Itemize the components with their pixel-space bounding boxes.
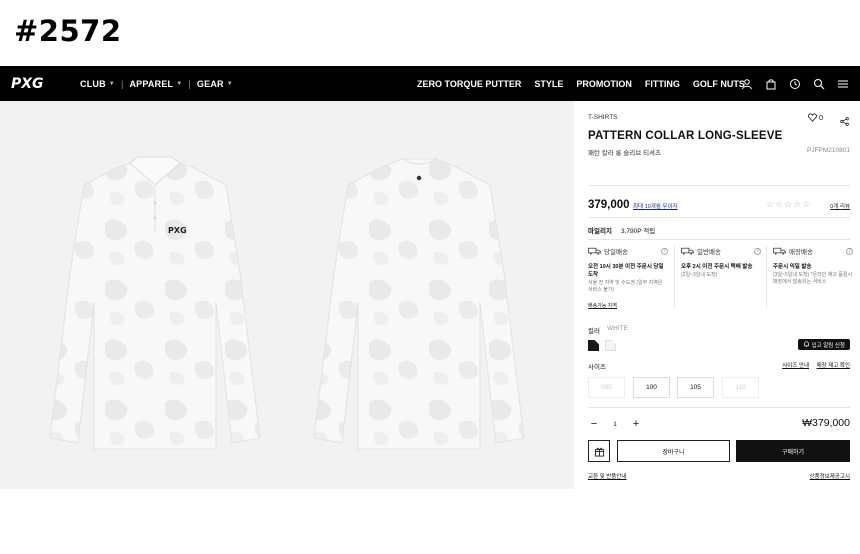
product-price: 379,000 bbox=[588, 199, 630, 211]
menu-icon[interactable] bbox=[836, 77, 850, 91]
ship-title: 주문시 익일 발송 bbox=[773, 264, 812, 270]
product-category[interactable]: T-SHIRTS bbox=[588, 114, 618, 121]
gift-icon bbox=[594, 447, 604, 456]
truck-icon bbox=[588, 247, 601, 255]
gift-button[interactable] bbox=[588, 440, 610, 462]
shipping-option-same-day: 당일배송 ? 오전 10시 30분 이전 주문시 당일도착 서울 전 지역 및 … bbox=[588, 246, 668, 312]
buy-now-button[interactable]: 구매하기 bbox=[736, 440, 850, 462]
exchange-return-link[interactable]: 교환 및 반품안내 bbox=[588, 472, 626, 480]
nav-club[interactable]: CLUB ▼ bbox=[80, 79, 115, 89]
product-info-notice-link[interactable]: 상품정보제공고시 bbox=[810, 472, 850, 480]
size-option-105[interactable]: 105 bbox=[677, 377, 714, 398]
nav-promotion[interactable]: PROMOTION bbox=[576, 79, 632, 89]
product-gallery: PXG bbox=[0, 101, 574, 489]
chevron-down-icon: ▼ bbox=[176, 80, 183, 87]
page-tag: #2572 bbox=[14, 14, 122, 48]
divider bbox=[588, 217, 850, 218]
product-image-front[interactable]: PXG bbox=[40, 153, 270, 453]
ship-title: 오전 10시 30분 이전 주문시 당일도착 bbox=[588, 264, 664, 278]
nav-gear[interactable]: GEAR ▼ bbox=[197, 79, 233, 89]
help-icon[interactable]: ? bbox=[661, 247, 668, 255]
quantity-increase-button[interactable]: + bbox=[630, 418, 642, 430]
divider bbox=[588, 239, 850, 240]
chevron-down-icon: ▼ bbox=[108, 80, 115, 87]
size-option-100[interactable]: 100 bbox=[633, 377, 670, 398]
store-stock-link[interactable]: 매장 재고 확인 bbox=[817, 363, 850, 369]
quantity-value[interactable]: 1 bbox=[600, 421, 630, 428]
bag-icon[interactable] bbox=[764, 77, 778, 91]
delivery-area-link[interactable]: 배송가능 지역 bbox=[588, 302, 617, 309]
product-image-back[interactable] bbox=[304, 153, 534, 453]
nav-style[interactable]: STYLE bbox=[534, 79, 563, 89]
truck-icon bbox=[681, 247, 694, 255]
store-truck-icon bbox=[773, 247, 786, 255]
rating-stars: ☆☆☆☆☆ bbox=[766, 199, 812, 209]
bell-icon bbox=[803, 341, 809, 348]
search-icon[interactable] bbox=[812, 77, 826, 91]
divider bbox=[588, 407, 850, 408]
user-icon[interactable] bbox=[740, 77, 754, 91]
product-sku: PJFPM210801 bbox=[807, 147, 850, 154]
size-option-095[interactable]: 095 bbox=[588, 377, 625, 398]
nav-apparel[interactable]: APPAREL ▼ bbox=[129, 79, 182, 89]
svg-text:PXG: PXG bbox=[11, 76, 44, 92]
size-label: 사이즈 bbox=[588, 364, 606, 371]
ship-desc: (2일~3일내 도착) bbox=[681, 272, 718, 278]
svg-text:PXG: PXG bbox=[168, 226, 187, 235]
ship-desc: 서울 전 지역 및 수도권 (일부 지역은 서비스 불가) bbox=[588, 280, 663, 293]
ship-desc: (3일~5일내 도착) *온라인 재고 품절시 매장에서 발송되는 서비스 bbox=[773, 272, 853, 285]
total-price: ₩379,000 bbox=[802, 417, 850, 429]
size-option-110[interactable]: 110 bbox=[722, 377, 759, 398]
wish-count: 0 bbox=[819, 113, 824, 122]
divider bbox=[588, 185, 850, 186]
wishlist-button[interactable]: 0 bbox=[808, 113, 823, 122]
help-icon[interactable]: ? bbox=[754, 247, 761, 255]
nav-zero-torque-putter[interactable]: ZERO TORQUE PUTTER bbox=[417, 79, 521, 89]
restock-alert-button[interactable]: 입고 알림 신청 bbox=[797, 339, 850, 350]
product-subtitle: 패턴 칼라 롱 슬리브 티셔츠 bbox=[588, 150, 662, 157]
installment-link[interactable]: 최대 10개월 무이자 bbox=[633, 202, 678, 210]
ship-title: 오후 2시 이전 주문시 택배 발송 bbox=[681, 264, 753, 270]
nav-fitting[interactable]: FITTING bbox=[645, 79, 680, 89]
history-icon[interactable] bbox=[788, 77, 802, 91]
help-icon[interactable]: ? bbox=[846, 247, 853, 255]
quantity-stepper: − 1 + bbox=[588, 418, 642, 430]
share-icon[interactable] bbox=[840, 113, 849, 131]
mileage-label: 마일리지 bbox=[588, 228, 612, 235]
size-guide-link[interactable]: 사이즈 안내 bbox=[782, 363, 809, 369]
top-navbar: PXG CLUB ▼ | APPAREL ▼ | GEAR ▼ ZERO TORQUE… bbox=[0, 66, 860, 101]
quantity-decrease-button[interactable]: − bbox=[588, 418, 600, 430]
heart-icon bbox=[808, 113, 817, 122]
selected-color-name: WHITE bbox=[607, 325, 628, 332]
product-title: PATTERN COLLAR LONG-SLEEVE bbox=[588, 130, 783, 142]
color-swatch-black[interactable] bbox=[588, 340, 599, 351]
nav-icons bbox=[730, 66, 850, 101]
nav-secondary: ZERO TORQUE PUTTER STYLE PROMOTION FITTI… bbox=[417, 66, 758, 101]
pxg-logo[interactable]: PXG bbox=[10, 74, 46, 92]
shipping-option-standard: 일반배송 ? 오후 2시 이전 주문시 택배 발송 (2일~3일내 도착) bbox=[681, 246, 761, 279]
mileage-value: 3,790P 적립 bbox=[621, 228, 656, 235]
add-to-cart-button[interactable]: 장바구니 bbox=[617, 440, 730, 462]
color-label: 컬러 bbox=[588, 328, 600, 335]
review-link[interactable]: 0개 리뷰 bbox=[830, 202, 850, 210]
chevron-down-icon: ▼ bbox=[226, 80, 233, 87]
color-swatch-white[interactable] bbox=[605, 340, 616, 351]
shipping-option-store: 매장배송 ? 주문시 익일 발송 (3일~5일내 도착) *온라인 재고 품절시… bbox=[773, 247, 853, 285]
size-links: 사이즈 안내 매장 재고 확인 bbox=[776, 361, 850, 369]
nav-primary: CLUB ▼ | APPAREL ▼ | GEAR ▼ bbox=[80, 78, 233, 89]
